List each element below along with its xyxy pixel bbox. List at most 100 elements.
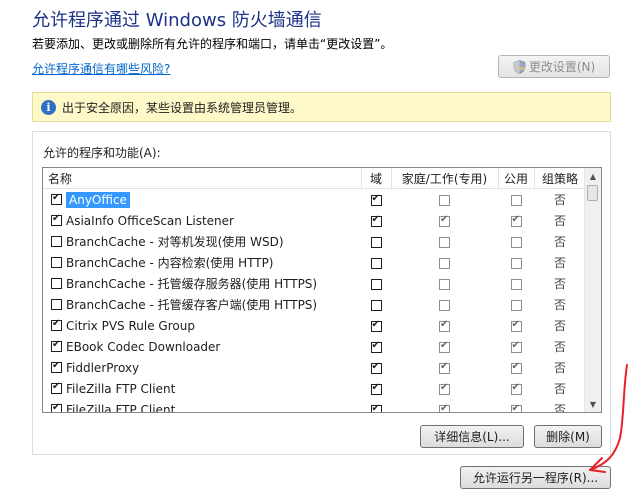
list-vertical-scrollbar[interactable]: ▲ ▼ [584, 168, 601, 412]
private-checkbox[interactable] [439, 319, 450, 332]
program-enabled-checkbox[interactable] [51, 402, 62, 412]
risk-help-link[interactable]: 允许程序通信有哪些风险? [32, 60, 170, 77]
public-checkbox[interactable] [510, 194, 522, 206]
private-checkbox[interactable] [439, 361, 450, 374]
domain-checkbox[interactable] [370, 403, 382, 412]
remove-button[interactable]: 删除(M) [534, 425, 602, 448]
info-bar: i 出于安全原因，某些设置由系统管理员管理。 [32, 92, 611, 122]
public-checkbox[interactable] [510, 214, 522, 227]
scrollbar-thumb[interactable] [587, 185, 598, 201]
program-name-cell[interactable]: BranchCache - 托管缓存客户端(使用 HTTPS) [43, 294, 361, 315]
program-name: BranchCache - 托管缓存服务器(使用 HTTPS) [66, 277, 318, 291]
domain-checkbox-cell [361, 294, 391, 315]
public-checkbox[interactable] [510, 257, 522, 269]
private-checkbox[interactable] [439, 257, 450, 269]
scroll-down-arrow-icon[interactable]: ▼ [585, 396, 601, 412]
group-policy-value: 否 [553, 193, 566, 207]
domain-checkbox[interactable] [370, 236, 382, 248]
program-name-cell[interactable]: BranchCache - 托管缓存服务器(使用 HTTPS) [43, 273, 361, 294]
program-name-cell[interactable]: AsiaInfo OfficeScan Listener [43, 210, 361, 231]
programs-table: 名称 域 家庭/工作(专用) 公用 组策略 AnyOffice 否 AsiaInfo… [43, 168, 587, 413]
program-enabled-checkbox[interactable] [51, 299, 62, 310]
program-name-cell[interactable]: AnyOffice [43, 189, 361, 211]
details-button[interactable]: 详细信息(L)... [420, 425, 524, 448]
domain-checkbox-cell [361, 210, 391, 231]
table-row[interactable]: FileZilla FTP Client 否 [43, 399, 586, 413]
domain-checkbox[interactable] [370, 361, 382, 374]
domain-checkbox[interactable] [370, 257, 382, 269]
public-checkbox[interactable] [510, 361, 522, 374]
table-row[interactable]: AnyOffice 否 [43, 189, 586, 211]
group-policy-value: 否 [553, 277, 566, 291]
table-row[interactable]: BranchCache - 托管缓存客户端(使用 HTTPS) 否 [43, 294, 586, 315]
private-checkbox[interactable] [439, 299, 450, 311]
program-enabled-checkbox[interactable] [51, 339, 62, 353]
table-row[interactable]: Citrix PVS Rule Group 否 [43, 315, 586, 336]
public-checkbox[interactable] [510, 299, 522, 311]
program-name: FileZilla FTP Client [66, 402, 176, 413]
allow-another-program-button[interactable]: 允许运行另一程序(R)... [460, 466, 611, 489]
program-enabled-checkbox[interactable] [51, 381, 62, 395]
allowed-programs-list[interactable]: 名称 域 家庭/工作(专用) 公用 组策略 AnyOffice 否 AsiaInfo… [42, 167, 602, 413]
program-name-cell[interactable]: EBook Codec Downloader [43, 336, 361, 357]
private-checkbox-cell [391, 357, 498, 378]
column-header-private[interactable]: 家庭/工作(专用) [391, 168, 499, 189]
program-enabled-checkbox[interactable] [51, 360, 62, 374]
program-name-cell[interactable]: FileZilla FTP Client [43, 399, 361, 413]
public-checkbox[interactable] [510, 382, 522, 395]
program-enabled-checkbox[interactable] [51, 278, 62, 289]
domain-checkbox[interactable] [370, 278, 382, 290]
program-enabled-checkbox[interactable] [51, 318, 62, 332]
scroll-up-arrow-icon[interactable]: ▲ [585, 168, 601, 184]
program-name-cell[interactable]: FiddlerProxy [43, 357, 361, 378]
change-settings-label: 更改设置(N) [528, 60, 596, 74]
public-checkbox[interactable] [510, 403, 522, 412]
change-settings-button[interactable]: 更改设置(N) [498, 55, 610, 78]
public-checkbox[interactable] [510, 340, 522, 353]
group-policy-value: 否 [553, 340, 566, 354]
program-enabled-checkbox[interactable] [51, 213, 62, 227]
domain-checkbox[interactable] [370, 214, 382, 227]
program-name: BranchCache - 托管缓存客户端(使用 HTTPS) [66, 298, 318, 312]
program-name: BranchCache - 对等机发现(使用 WSD) [66, 235, 284, 249]
private-checkbox-cell [391, 252, 498, 273]
table-row[interactable]: EBook Codec Downloader 否 [43, 336, 586, 357]
private-checkbox-cell [391, 231, 498, 252]
private-checkbox[interactable] [439, 194, 450, 206]
program-enabled-checkbox[interactable] [51, 192, 62, 206]
column-header-name[interactable]: 名称 [43, 168, 362, 189]
private-checkbox[interactable] [439, 236, 450, 248]
table-row[interactable]: FileZilla FTP Client 否 [43, 378, 586, 399]
table-row[interactable]: BranchCache - 托管缓存服务器(使用 HTTPS) 否 [43, 273, 586, 294]
program-name-cell[interactable]: BranchCache - 对等机发现(使用 WSD) [43, 231, 361, 252]
public-checkbox-cell [498, 378, 534, 399]
private-checkbox[interactable] [439, 382, 450, 395]
private-checkbox[interactable] [439, 340, 450, 353]
program-name: AsiaInfo OfficeScan Listener [66, 213, 234, 228]
program-name-cell[interactable]: FileZilla FTP Client [43, 378, 361, 399]
private-checkbox-cell [391, 210, 498, 231]
program-name-cell[interactable]: Citrix PVS Rule Group [43, 315, 361, 336]
domain-checkbox[interactable] [370, 319, 382, 332]
column-header-domain[interactable]: 域 [361, 168, 392, 189]
domain-checkbox[interactable] [370, 299, 382, 311]
table-row[interactable]: FiddlerProxy 否 [43, 357, 586, 378]
public-checkbox[interactable] [510, 319, 522, 332]
program-enabled-checkbox[interactable] [51, 236, 62, 247]
program-enabled-checkbox[interactable] [51, 257, 62, 268]
table-row[interactable]: BranchCache - 对等机发现(使用 WSD) 否 [43, 231, 586, 252]
domain-checkbox[interactable] [370, 340, 382, 353]
column-header-group-policy[interactable]: 组策略 [534, 168, 587, 189]
domain-checkbox[interactable] [370, 193, 382, 206]
private-checkbox[interactable] [439, 403, 450, 412]
public-checkbox[interactable] [510, 278, 522, 290]
public-checkbox-cell [498, 210, 534, 231]
program-name-cell[interactable]: BranchCache - 内容检索(使用 HTTP) [43, 252, 361, 273]
private-checkbox[interactable] [439, 278, 450, 290]
public-checkbox[interactable] [510, 236, 522, 248]
domain-checkbox[interactable] [370, 382, 382, 395]
table-row[interactable]: AsiaInfo OfficeScan Listener 否 [43, 210, 586, 231]
private-checkbox[interactable] [439, 214, 450, 227]
column-header-public[interactable]: 公用 [498, 168, 535, 189]
table-row[interactable]: BranchCache - 内容检索(使用 HTTP) 否 [43, 252, 586, 273]
